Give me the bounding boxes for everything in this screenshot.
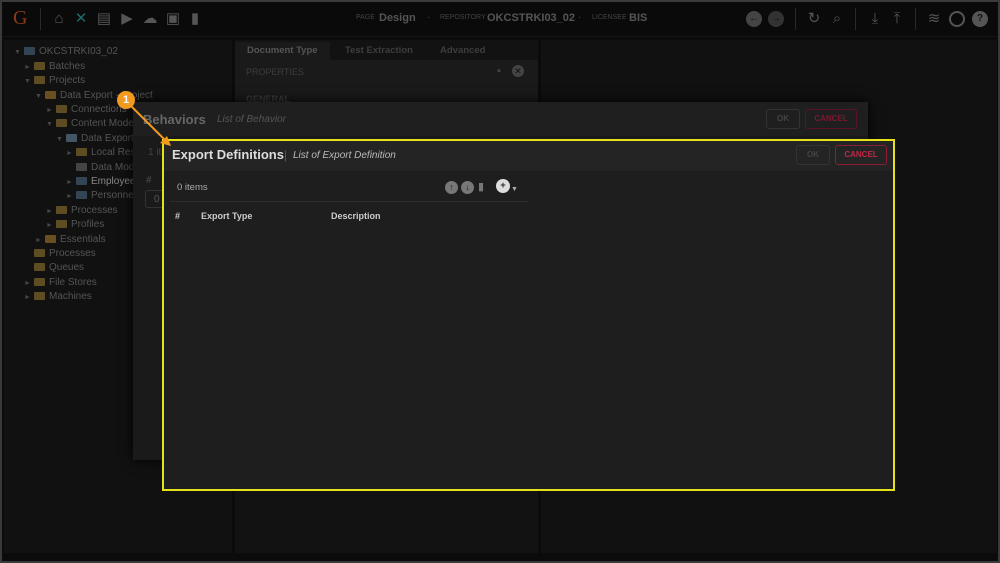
callout-badge: 1 [117,91,135,109]
callout-arrow [130,105,171,146]
